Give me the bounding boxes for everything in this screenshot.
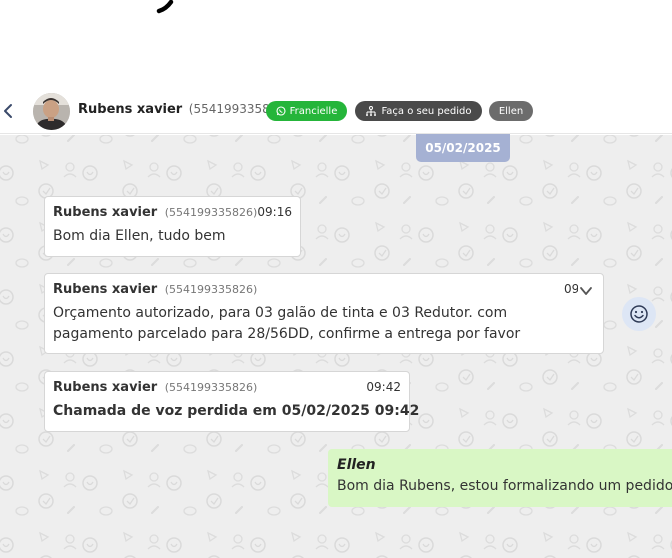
contact-name-text: Rubens xavier (78, 102, 183, 117)
chat-header: Rubens xavier (554199335826) Francielle … (0, 88, 672, 134)
message-time: 09:16 (257, 205, 292, 219)
user-chip-label: Ellen (498, 105, 524, 117)
sender-phone: (554199335826) (164, 381, 258, 394)
message-sender: Rubens xavier (554199335826) (53, 205, 257, 220)
attendant-chip-label: Francielle (289, 105, 338, 117)
message-line: Orçamento autorizado, para 03 galão de t… (53, 305, 508, 321)
missed-call-text: Chamada de voz perdida em 05/02/2025 09:… (53, 403, 420, 419)
sender-name: Rubens xavier (53, 380, 158, 395)
message-text: Orçamento autorizado, para 03 galão de t… (53, 303, 520, 345)
avatar[interactable] (33, 93, 70, 130)
message-text: Bom dia Ellen, tudo bem (53, 228, 226, 244)
back-button[interactable] (0, 100, 16, 122)
user-chip[interactable]: Ellen (489, 101, 533, 121)
stray-pen-mark (156, 0, 174, 14)
sender-name: Rubens xavier (53, 282, 158, 297)
message-line: pagamento parcelado para 28/56DD, confir… (53, 326, 521, 342)
network-icon (366, 105, 377, 116)
outgoing-text: Bom dia Rubens, estou formalizando um pe… (337, 478, 672, 494)
sender-phone: (554199335826) (164, 283, 258, 296)
message-bubble[interactable]: Rubens xavier (554199335826) 09 Orçament… (44, 273, 604, 354)
message-sender: Rubens xavier (554199335826) (53, 380, 257, 395)
outgoing-message-bubble[interactable]: Ellen Bom dia Rubens, estou formalizando… (328, 449, 672, 507)
emoji-reaction-button[interactable] (622, 297, 656, 331)
message-time: 09:42 (366, 380, 401, 394)
order-chip-label: Faça o seu pedido (381, 105, 472, 117)
sender-name: Rubens xavier (53, 205, 158, 220)
order-chip[interactable]: Faça o seu pedido (355, 101, 482, 121)
attendant-chip[interactable]: Francielle (266, 101, 347, 121)
sender-phone: (554199335826) (164, 206, 258, 219)
chat-window: Rubens xavier (554199335826) Francielle … (0, 0, 672, 558)
chevron-left-icon (4, 104, 12, 118)
whatsapp-icon (276, 106, 286, 116)
message-sender: Rubens xavier (554199335826) (53, 282, 257, 297)
message-bubble[interactable]: Rubens xavier (554199335826) 09:16 Bom d… (44, 196, 301, 257)
message-bubble[interactable]: Rubens xavier (554199335826) 09:42 Chama… (44, 371, 419, 432)
date-separator: 05/02/2025 (416, 134, 510, 162)
message-time: 09 (564, 282, 578, 296)
outgoing-sender: Ellen (337, 457, 376, 473)
smiley-icon (630, 305, 648, 323)
contact-name[interactable]: Rubens xavier (554199335826) (78, 102, 290, 117)
chevron-down-icon[interactable] (579, 284, 593, 298)
avatar-photo (33, 93, 70, 130)
